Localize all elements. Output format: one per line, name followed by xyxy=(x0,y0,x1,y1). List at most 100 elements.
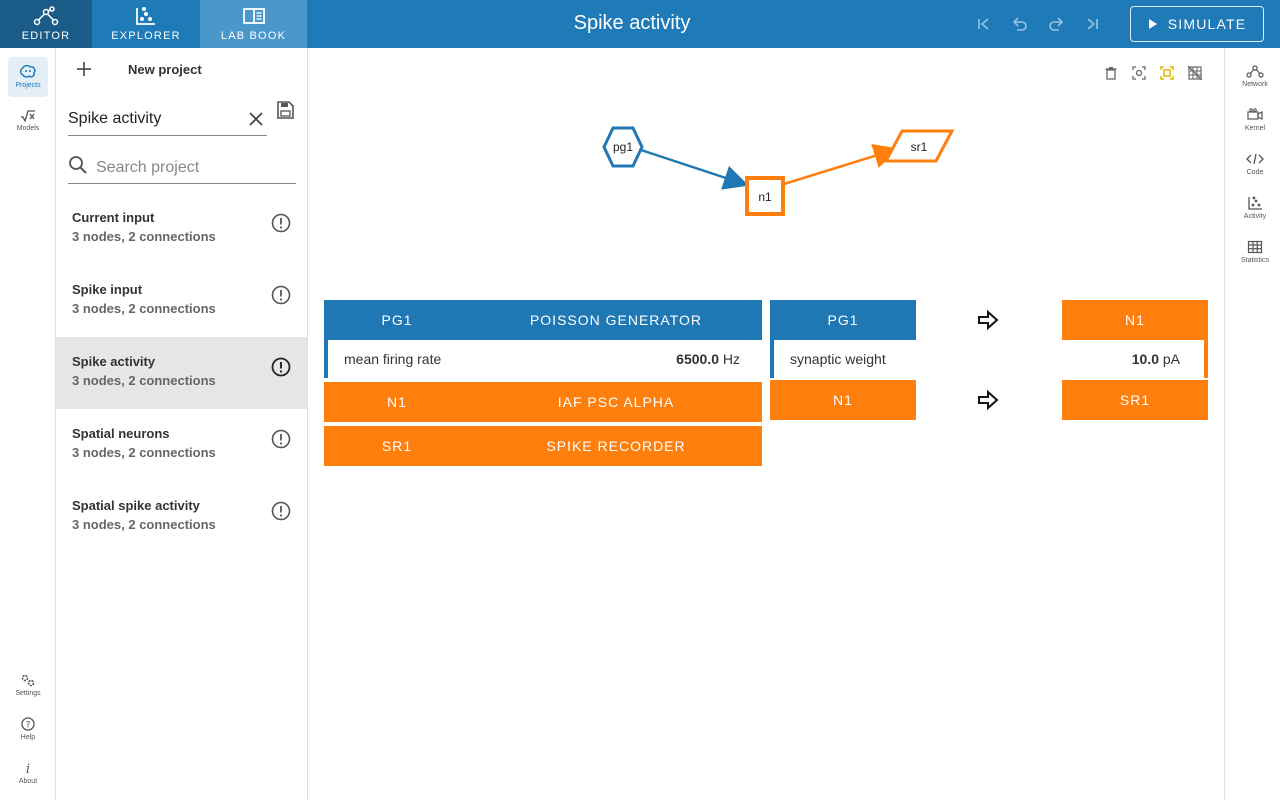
alert-icon[interactable] xyxy=(271,285,291,310)
project-meta: 3 nodes, 2 connections xyxy=(72,517,216,532)
search-icon xyxy=(68,155,88,180)
sqrt-icon xyxy=(21,110,35,122)
list-item[interactable]: Spike input 3 nodes, 2 connections xyxy=(56,265,307,337)
connection-target[interactable]: N1 xyxy=(1062,300,1208,340)
search-project-field[interactable] xyxy=(68,152,296,184)
project-meta: 3 nodes, 2 connections xyxy=(72,373,216,388)
network-icon xyxy=(1246,65,1264,78)
arrow-right-icon xyxy=(978,309,999,331)
rail-activity[interactable]: Activity xyxy=(1233,188,1277,228)
node-card-pg1[interactable]: PG1 POISSON GENERATOR xyxy=(324,300,762,340)
table-icon xyxy=(1247,240,1263,254)
alert-icon[interactable] xyxy=(271,429,291,454)
gears-icon xyxy=(21,674,35,687)
graph-toolbar xyxy=(1102,64,1204,82)
alert-icon[interactable] xyxy=(271,501,291,526)
brain-icon xyxy=(20,65,36,78)
project-panel: New project Current input 3 nodes, 2 con… xyxy=(56,48,308,800)
param-number: 10.0 xyxy=(1131,351,1159,367)
connection-source[interactable]: N1 xyxy=(770,380,916,420)
rail-network[interactable]: Network xyxy=(1233,56,1277,96)
node-id: SR1 xyxy=(381,438,413,454)
list-item[interactable]: Current input 3 nodes, 2 connections xyxy=(56,193,307,265)
rail-kernel[interactable]: Kernel xyxy=(1233,100,1277,140)
close-icon[interactable] xyxy=(247,110,265,133)
project-name-field[interactable] xyxy=(68,104,267,136)
play-icon xyxy=(1148,19,1157,29)
right-rail: Network Kernel Code Activity Statistics xyxy=(1224,48,1280,800)
param-number: 6500.0 xyxy=(676,351,719,367)
connection-target-id: N1 xyxy=(1125,312,1145,328)
network-graph[interactable]: pg1 n1 sr1 xyxy=(578,118,978,228)
connection-source[interactable]: PG1 xyxy=(770,300,916,340)
param-value[interactable]: 6500.0 Hz xyxy=(676,351,740,367)
top-bar: EDITOR EXPLORER LAB BOOK Spike activity … xyxy=(0,0,1280,48)
undo-icon[interactable] xyxy=(1008,14,1032,34)
project-meta: 3 nodes, 2 connections xyxy=(72,229,216,244)
center-focus-icon[interactable] xyxy=(1130,64,1148,82)
node-card-n1[interactable]: N1 IAF PSC ALPHA xyxy=(324,382,762,422)
connection-target[interactable]: SR1 xyxy=(1062,380,1208,420)
svg-text:i: i xyxy=(26,762,30,775)
list-item[interactable]: Spatial spike activity 3 nodes, 2 connec… xyxy=(56,481,307,553)
grid-off-icon[interactable] xyxy=(1186,64,1204,82)
alert-icon[interactable] xyxy=(271,213,291,238)
search-input[interactable] xyxy=(96,158,286,177)
rail-code-label: Code xyxy=(1246,169,1264,176)
trash-icon[interactable] xyxy=(1102,64,1120,82)
node-n1[interactable]: n1 xyxy=(745,176,785,216)
list-item[interactable]: Spike activity 3 nodes, 2 connections xyxy=(56,337,307,409)
rail-settings-label: Settings xyxy=(15,690,41,697)
project-name-input[interactable] xyxy=(68,104,238,134)
param-label: mean firing rate xyxy=(344,351,442,367)
code-icon xyxy=(1246,153,1264,165)
param-unit: Hz xyxy=(722,351,740,367)
connection-n1-sr1[interactable] xyxy=(783,143,899,186)
rail-projects-label: Projects xyxy=(15,82,41,89)
project-meta: 3 nodes, 2 connections xyxy=(72,445,216,460)
save-icon[interactable] xyxy=(275,100,295,125)
project-name: Spatial neurons xyxy=(72,426,170,441)
simulate-button[interactable]: SIMULATE xyxy=(1130,6,1264,42)
rail-models[interactable]: Models xyxy=(8,101,48,141)
rail-about-label: About xyxy=(18,778,38,785)
node-model: IAF PSC ALPHA xyxy=(557,394,675,410)
param-unit: pA xyxy=(1162,351,1180,367)
plus-icon xyxy=(72,58,96,80)
node-label: pg1 xyxy=(613,140,633,154)
connection-pg1-n1[interactable] xyxy=(637,147,749,190)
project-list: Current input 3 nodes, 2 connections Spi… xyxy=(56,193,307,553)
node-label: sr1 xyxy=(911,140,928,154)
last-icon[interactable] xyxy=(1080,14,1104,34)
arrow-right-icon xyxy=(978,389,999,411)
project-meta: 3 nodes, 2 connections xyxy=(72,301,216,316)
project-name: Spike input xyxy=(72,282,143,297)
scatter-icon xyxy=(1248,196,1262,210)
node-pg1[interactable]: pg1 xyxy=(602,126,644,168)
alert-icon[interactable] xyxy=(271,357,291,382)
redo-icon[interactable] xyxy=(1044,14,1068,34)
connection-source-id: PG1 xyxy=(827,312,859,328)
list-item[interactable]: Spatial neurons 3 nodes, 2 connections xyxy=(56,409,307,481)
param-value[interactable]: 10.0 pA xyxy=(1132,351,1180,367)
node-model: SPIKE RECORDER xyxy=(546,438,686,454)
rail-settings[interactable]: Settings xyxy=(8,665,48,705)
left-rail: Projects Models Settings ? Help i About xyxy=(0,48,56,800)
project-name: Spike activity xyxy=(72,354,156,369)
node-card-sr1[interactable]: SR1 SPIKE RECORDER xyxy=(324,426,762,466)
svg-text:?: ? xyxy=(26,721,31,731)
param-label: synaptic weight xyxy=(790,351,886,367)
rail-statistics-label: Statistics xyxy=(1240,257,1269,264)
select-all-icon[interactable] xyxy=(1158,64,1176,82)
new-project-button[interactable]: New project xyxy=(72,58,202,80)
rail-about[interactable]: i About xyxy=(8,753,48,793)
rail-help-label: Help xyxy=(20,734,36,741)
first-icon[interactable] xyxy=(972,14,996,34)
info-icon: i xyxy=(26,762,30,775)
rail-code[interactable]: Code xyxy=(1233,144,1277,184)
node-model: POISSON GENERATOR xyxy=(529,312,703,328)
node-sr1[interactable]: sr1 xyxy=(883,129,955,163)
rail-statistics[interactable]: Statistics xyxy=(1233,232,1277,272)
rail-projects[interactable]: Projects xyxy=(8,57,48,97)
rail-help[interactable]: ? Help xyxy=(8,709,48,749)
